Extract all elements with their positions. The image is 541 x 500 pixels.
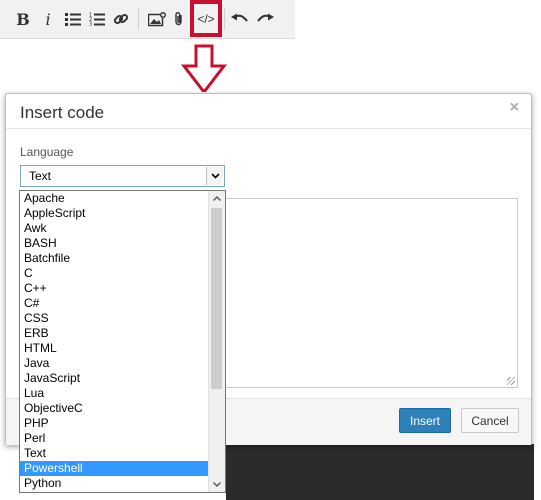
scroll-up-icon[interactable] (209, 191, 225, 206)
svg-text:3: 3 (89, 22, 92, 27)
redo-icon (257, 13, 274, 22)
toolbar-divider (224, 8, 225, 30)
highlight-box (190, 0, 222, 37)
paperclip-icon (175, 12, 182, 26)
numbered-list-icon: 1 2 3 (89, 13, 105, 27)
close-button[interactable]: × (510, 99, 519, 117)
toolbar-divider (138, 8, 139, 30)
dropdown-option[interactable]: Text (20, 446, 210, 461)
bullet-list-icon (65, 13, 81, 26)
link-button[interactable] (112, 6, 130, 32)
dropdown-options: Apache AppleScript Awk BASH Batchfile C C++ C# C… (20, 191, 210, 491)
insert-button[interactable]: Insert (399, 408, 451, 433)
scroll-down-icon[interactable] (209, 477, 225, 492)
language-select-value: Text (29, 169, 52, 183)
link-icon (113, 13, 129, 25)
resize-grip-icon[interactable] (507, 377, 515, 385)
dropdown-option[interactable]: Perl (20, 431, 210, 446)
editor-toolbar: B i 1 2 3 </> (0, 0, 295, 39)
dropdown-option[interactable]: Java (20, 356, 210, 371)
down-arrow-icon (180, 44, 228, 95)
italic-button[interactable]: i (39, 6, 57, 32)
dropdown-option[interactable]: Batchfile (20, 251, 210, 266)
dropdown-option[interactable]: HTML (20, 341, 210, 356)
redo-button[interactable] (255, 6, 275, 32)
scrollbar-thumb[interactable] (211, 208, 222, 389)
undo-icon (231, 13, 248, 22)
cancel-button[interactable]: Cancel (461, 408, 519, 433)
dropdown-option[interactable]: JavaScript (20, 371, 210, 386)
insert-image-button[interactable] (147, 6, 167, 32)
language-label: Language (20, 145, 74, 159)
dropdown-scrollbar[interactable] (208, 191, 225, 492)
dropdown-option[interactable]: Powershell (20, 461, 210, 476)
dark-backdrop (226, 444, 534, 500)
language-dropdown-list: Apache AppleScript Awk BASH Batchfile C C++ C# C… (19, 190, 226, 493)
dropdown-option[interactable]: PHP (20, 416, 210, 431)
chevron-down-icon[interactable] (206, 167, 223, 185)
dropdown-option[interactable]: Apache (20, 191, 210, 206)
dialog-title: Insert code (20, 103, 105, 122)
attachment-button[interactable] (172, 6, 186, 32)
dropdown-option[interactable]: C# (20, 296, 210, 311)
undo-button[interactable] (230, 6, 250, 32)
dropdown-option[interactable]: ObjectiveC (20, 401, 210, 416)
dialog-divider (6, 128, 531, 129)
language-select[interactable]: Text (20, 165, 225, 187)
bold-button[interactable]: B (13, 6, 33, 32)
dropdown-option[interactable]: CSS (20, 311, 210, 326)
numbered-list-button[interactable]: 1 2 3 (88, 6, 106, 32)
dropdown-option[interactable]: C (20, 266, 210, 281)
bullet-list-button[interactable] (64, 6, 82, 32)
dropdown-option[interactable]: BASH (20, 236, 210, 251)
dropdown-option[interactable]: ERB (20, 326, 210, 341)
image-icon (148, 11, 166, 26)
dropdown-option[interactable]: Awk (20, 221, 210, 236)
dropdown-option[interactable]: Lua (20, 386, 210, 401)
dropdown-option[interactable]: AppleScript (20, 206, 210, 221)
dropdown-option[interactable]: C++ (20, 281, 210, 296)
dropdown-option[interactable]: Python (20, 476, 210, 491)
